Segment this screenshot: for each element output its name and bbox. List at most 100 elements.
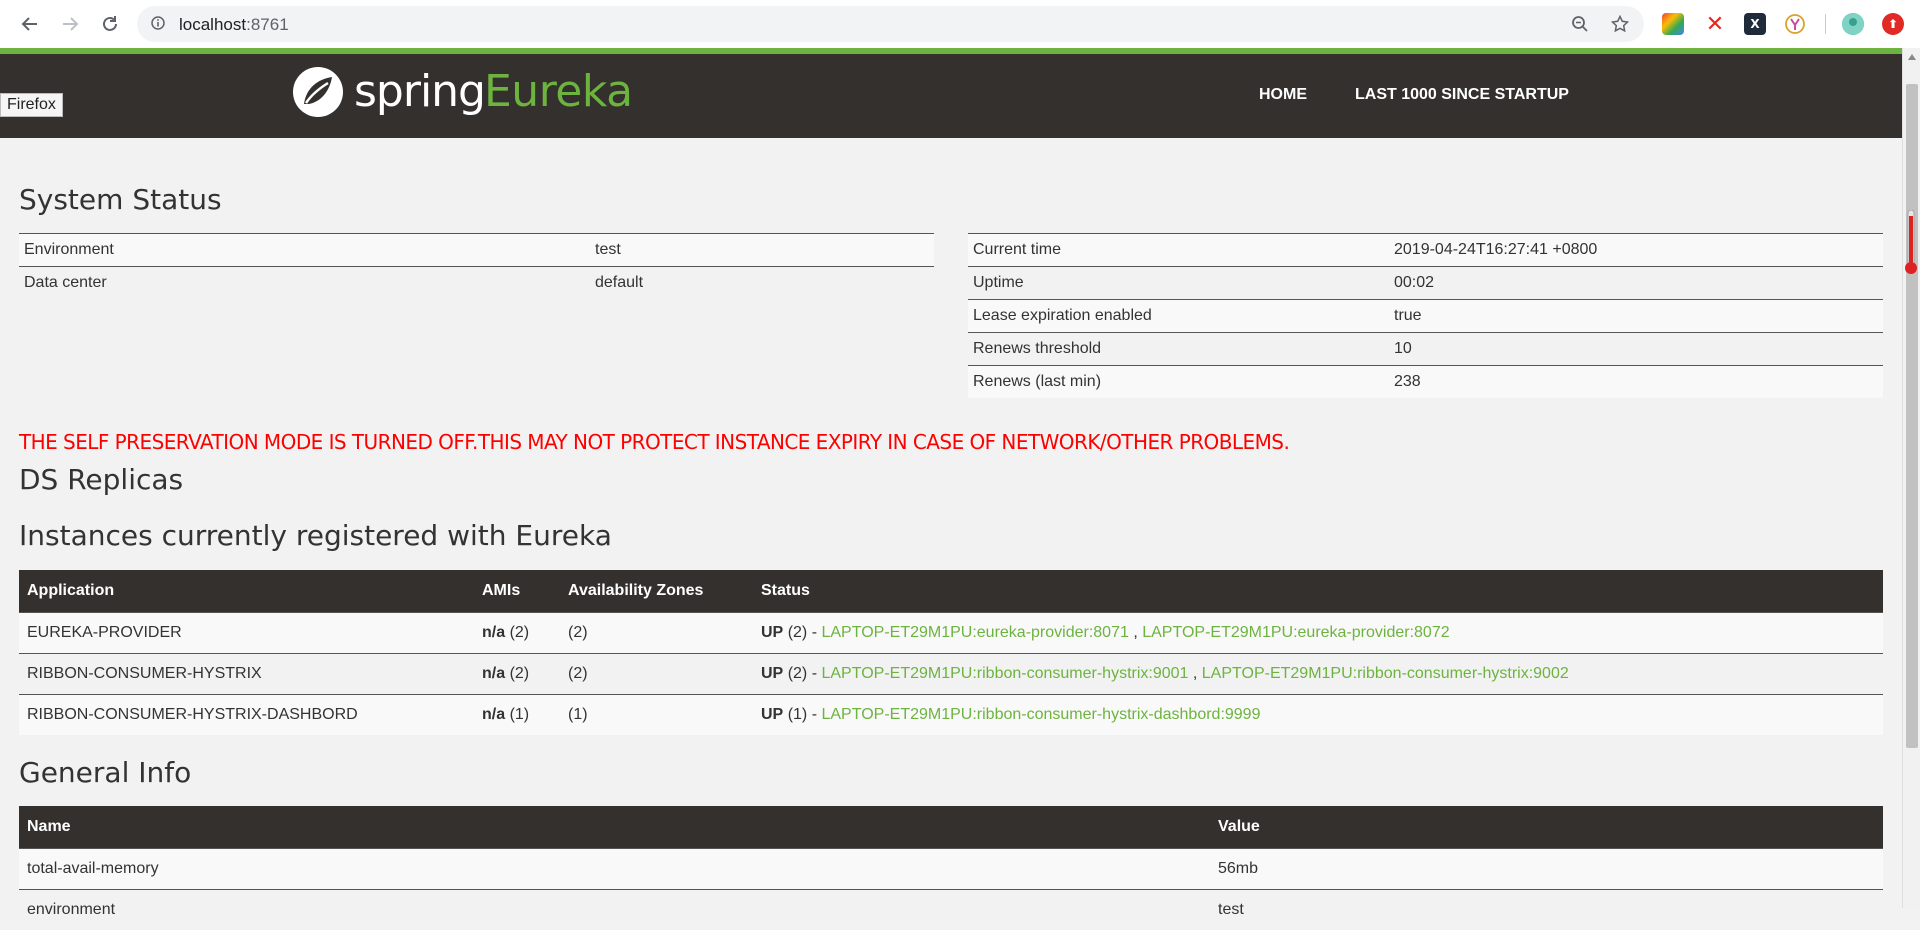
amis-count: (2) bbox=[510, 624, 530, 641]
instance-link[interactable]: LAPTOP-ET29M1PU:ribbon-consumer-hystrix:… bbox=[1202, 665, 1569, 682]
zones-cell: (2) bbox=[560, 654, 753, 695]
self-preservation-warning: THE SELF PRESERVATION MODE IS TURNED OFF… bbox=[19, 430, 1289, 454]
status-key: Current time bbox=[968, 234, 1389, 267]
status-label: UP bbox=[761, 665, 783, 682]
instance-link[interactable]: LAPTOP-ET29M1PU:ribbon-consumer-hystrix:… bbox=[821, 665, 1188, 682]
status-key: Renews threshold bbox=[968, 333, 1389, 366]
status-key: Uptime bbox=[968, 267, 1389, 300]
status-value: true bbox=[1389, 300, 1883, 333]
table-row: Data center default bbox=[19, 267, 934, 300]
info-name: total-avail-memory bbox=[19, 849, 1210, 890]
instance-link[interactable]: LAPTOP-ET29M1PU:eureka-provider:8072 bbox=[1142, 624, 1449, 641]
status-count: (2) - bbox=[788, 624, 817, 641]
table-header-row: Application AMIs Availability Zones Stat… bbox=[19, 570, 1883, 613]
colorful-extension-icon[interactable] bbox=[1662, 13, 1684, 35]
status-key: Data center bbox=[19, 267, 590, 300]
table-row: Uptime 00:02 bbox=[968, 267, 1883, 300]
amis-label: n/a bbox=[482, 706, 505, 723]
yandex-extension-icon[interactable] bbox=[1784, 13, 1806, 35]
url-host: localhost bbox=[179, 15, 246, 34]
instances-table: Application AMIs Availability Zones Stat… bbox=[19, 570, 1883, 735]
status-value: 2019-04-24T16:27:41 +0800 bbox=[1389, 234, 1883, 267]
column-header-value: Value bbox=[1210, 806, 1883, 849]
bookmark-star-icon[interactable] bbox=[1611, 15, 1629, 33]
amis-count: (2) bbox=[510, 665, 530, 682]
status-key: Renews (last min) bbox=[968, 366, 1389, 399]
amis-label: n/a bbox=[482, 665, 505, 682]
instance-link[interactable]: LAPTOP-ET29M1PU:ribbon-consumer-hystrix-… bbox=[821, 706, 1260, 723]
eureka-navbar: spring Eureka HOME LAST 1000 SINCE START… bbox=[0, 54, 1902, 138]
column-header-name: Name bbox=[19, 806, 1210, 849]
info-name: environment bbox=[19, 890, 1210, 930]
column-header-application: Application bbox=[19, 570, 474, 613]
table-row: RIBBON-CONSUMER-HYSTRIX-DASHBORD n/a (1)… bbox=[19, 695, 1883, 736]
scrollbar-thumb[interactable] bbox=[1906, 84, 1918, 748]
application-name: RIBBON-CONSUMER-HYSTRIX-DASHBORD bbox=[19, 695, 474, 736]
logo-eureka-text: Eureka bbox=[484, 66, 633, 117]
zoom-icon[interactable] bbox=[1571, 15, 1589, 33]
instances-title: Instances currently registered with Eure… bbox=[19, 519, 612, 552]
back-icon[interactable] bbox=[18, 12, 42, 36]
thermometer-icon bbox=[1905, 210, 1913, 270]
status-value: 10 bbox=[1389, 333, 1883, 366]
status-value: default bbox=[590, 267, 934, 300]
zones-cell: (1) bbox=[560, 695, 753, 736]
status-value: test bbox=[590, 234, 934, 267]
zones-cell: (2) bbox=[560, 613, 753, 654]
column-header-status: Status bbox=[753, 570, 1883, 613]
page-scrollbar[interactable] bbox=[1902, 48, 1920, 908]
x-extension-icon[interactable]: X bbox=[1744, 13, 1766, 35]
status-count: (2) - bbox=[788, 665, 817, 682]
avatar-icon[interactable] bbox=[1842, 13, 1864, 35]
table-row: RIBBON-CONSUMER-HYSTRIX n/a (2) (2) UP (… bbox=[19, 654, 1883, 695]
table-row: EUREKA-PROVIDER n/a (2) (2) UP (2) - LAP… bbox=[19, 613, 1883, 654]
status-key: Environment bbox=[19, 234, 590, 267]
amis-count: (1) bbox=[510, 706, 530, 723]
amis-cell: n/a (2) bbox=[474, 654, 560, 695]
instance-link[interactable]: LAPTOP-ET29M1PU:eureka-provider:8071 bbox=[821, 624, 1128, 641]
status-cell: UP (1) - LAPTOP-ET29M1PU:ribbon-consumer… bbox=[753, 695, 1883, 736]
status-value: 238 bbox=[1389, 366, 1883, 399]
system-status-left-table: Environment test Data center default bbox=[19, 233, 934, 299]
close-x-extension-icon[interactable]: ✕ bbox=[1704, 13, 1726, 35]
scroll-up-arrow-icon[interactable] bbox=[1908, 54, 1916, 60]
info-value: 56mb bbox=[1210, 849, 1883, 890]
status-label: UP bbox=[761, 706, 783, 723]
url-text: localhost:8761 bbox=[179, 15, 289, 35]
table-row: Environment test bbox=[19, 234, 934, 267]
ds-replicas-title: DS Replicas bbox=[19, 463, 183, 496]
general-info-title: General Info bbox=[19, 756, 191, 789]
toolbar-separator bbox=[1825, 14, 1826, 34]
general-info-table: Name Value total-avail-memory 56mb envir… bbox=[19, 806, 1883, 930]
logo-spring-text: spring bbox=[354, 66, 485, 117]
firefox-tooltip: Firefox bbox=[0, 93, 63, 117]
status-value: 00:02 bbox=[1389, 267, 1883, 300]
table-header-row: Name Value bbox=[19, 806, 1883, 849]
reload-icon[interactable] bbox=[98, 12, 122, 36]
application-name: EUREKA-PROVIDER bbox=[19, 613, 474, 654]
url-port: :8761 bbox=[246, 15, 289, 34]
nav-home-link[interactable]: HOME bbox=[1259, 86, 1307, 104]
table-row: Renews (last min) 238 bbox=[968, 366, 1883, 399]
info-icon[interactable] bbox=[151, 16, 165, 30]
column-header-amis: AMIs bbox=[474, 570, 560, 613]
forward-icon[interactable] bbox=[58, 12, 82, 36]
status-cell: UP (2) - LAPTOP-ET29M1PU:ribbon-consumer… bbox=[753, 654, 1883, 695]
system-status-title: System Status bbox=[19, 183, 222, 216]
info-value: test bbox=[1210, 890, 1883, 930]
address-bar[interactable]: localhost:8761 bbox=[137, 6, 1644, 42]
status-count: (1) - bbox=[788, 706, 817, 723]
amis-cell: n/a (1) bbox=[474, 695, 560, 736]
system-status-right-table: Current time 2019-04-24T16:27:41 +0800 U… bbox=[968, 233, 1883, 398]
amis-label: n/a bbox=[482, 624, 505, 641]
nav-last1000-link[interactable]: LAST 1000 SINCE STARTUP bbox=[1355, 86, 1569, 104]
table-row: Current time 2019-04-24T16:27:41 +0800 bbox=[968, 234, 1883, 267]
browser-toolbar: localhost:8761 ✕ X ⬆ bbox=[0, 0, 1920, 48]
update-arrow-icon[interactable]: ⬆ bbox=[1882, 13, 1904, 35]
status-label: UP bbox=[761, 624, 783, 641]
column-header-zones: Availability Zones bbox=[560, 570, 753, 613]
status-key: Lease expiration enabled bbox=[968, 300, 1389, 333]
table-row: total-avail-memory 56mb bbox=[19, 849, 1883, 890]
table-row: Renews threshold 10 bbox=[968, 333, 1883, 366]
amis-cell: n/a (2) bbox=[474, 613, 560, 654]
